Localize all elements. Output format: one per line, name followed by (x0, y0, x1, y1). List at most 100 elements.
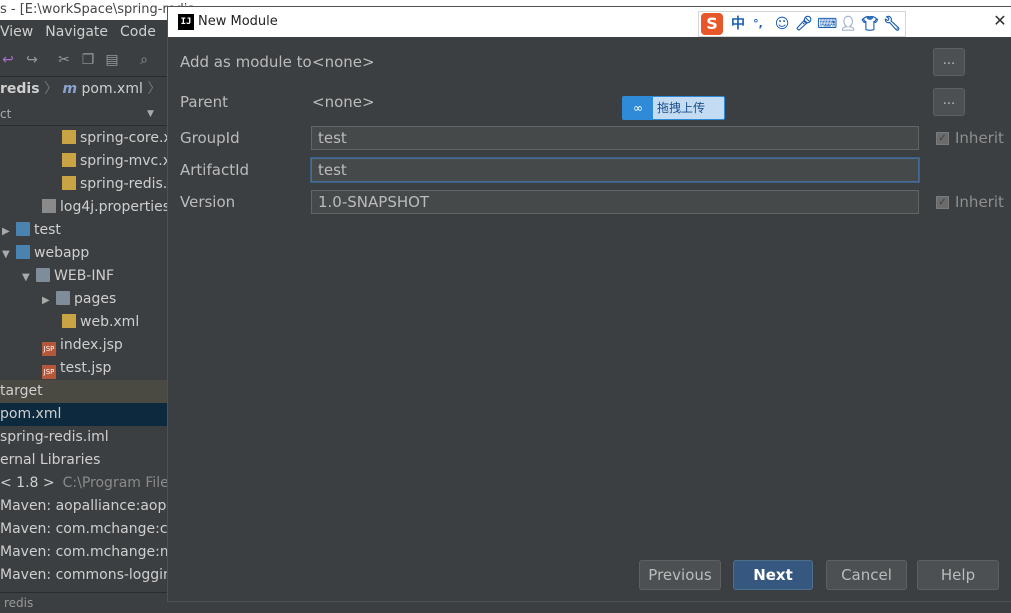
artifact-id-label: ArtifactId (180, 161, 250, 179)
expand-arrow-icon[interactable]: ▶ (42, 289, 56, 312)
tree-item[interactable]: ▶ test (0, 219, 168, 242)
ime-punctuation-icon[interactable]: °, (749, 15, 767, 33)
close-button[interactable]: ✕ (990, 11, 1010, 31)
tree-item[interactable]: spring-redis.x (0, 173, 168, 196)
tree-item-label: Maven: commons-loggin (0, 567, 168, 583)
tree-item-label: pages (74, 291, 117, 307)
add-as-module-value: <none> (312, 53, 375, 71)
tree-item[interactable]: Maven: com.mchange:c3p (0, 518, 168, 541)
project-view-selector[interactable]: ct (0, 107, 11, 121)
menu-code[interactable]: Code (120, 24, 156, 40)
tree-item[interactable]: ▶ pages (0, 288, 168, 311)
collapse-arrow-icon[interactable]: ▼ (22, 266, 36, 289)
folder-icon (16, 245, 30, 259)
version-inherit-checkbox[interactable]: ✓ (936, 196, 949, 209)
tree-item-label: spring-mvc.xn (80, 153, 168, 169)
cancel-button[interactable]: Cancel (826, 560, 907, 590)
dropdown-arrow-icon[interactable]: ▼ (147, 103, 154, 125)
artifact-id-field[interactable] (311, 158, 919, 182)
ime-emoji-icon[interactable]: ☺ (773, 15, 791, 33)
breadcrumb-separator-icon: 〉 (44, 81, 59, 97)
tree-item-label: test.jsp (60, 360, 112, 376)
breadcrumb-separator-icon: 〉 (147, 81, 162, 97)
tree-item-label: Maven: aopalliance:aopa (0, 498, 168, 514)
tree-item[interactable]: target (0, 380, 168, 403)
jsp-file-icon: JSP (42, 342, 56, 356)
xml-file-icon (62, 314, 76, 328)
ide-menu-bar: ViewNavigateCodeA (0, 20, 177, 44)
ime-settings-wrench-icon[interactable]: 🔧︎ (883, 15, 901, 33)
tree-item[interactable]: spring-mvc.xn (0, 150, 168, 173)
xml-file-icon (62, 176, 76, 190)
parent-value: <none> (312, 93, 375, 111)
xml-file-icon (62, 130, 76, 144)
dialog-title-bar[interactable]: IJ New Module S 中 °, ☺ 🎤︎ ⌨ 👤︎ 👕︎ 🔧︎ ✕ (168, 7, 1011, 37)
expand-arrow-icon[interactable]: ▶ (2, 220, 16, 243)
copy-icon[interactable]: ❐ (80, 52, 96, 68)
intellij-logo-icon: IJ (178, 14, 194, 30)
ime-voice-icon[interactable]: 🎤︎ (795, 15, 813, 33)
cut-icon[interactable]: ✂ (56, 52, 72, 68)
drag-upload-label: 拖拽上传 (657, 101, 706, 115)
previous-button[interactable]: Previous (639, 560, 721, 590)
group-id-field[interactable] (311, 126, 919, 150)
drag-upload-widget[interactable]: ∞ 拖拽上传 (622, 96, 725, 120)
tree-item[interactable]: log4j.properties (0, 196, 168, 219)
group-id-label: GroupId (180, 129, 240, 147)
redo-icon[interactable]: ↪ (24, 52, 40, 68)
breadcrumb: redis 〉 m pom.xml 〉 (0, 77, 168, 101)
tree-item[interactable]: JSP test.jsp (0, 357, 168, 380)
tree-item[interactable]: spring-redis.iml (0, 426, 168, 449)
add-as-module-browse-button[interactable]: ... (933, 48, 965, 76)
tree-item-label: pom.xml (0, 406, 62, 422)
find-icon[interactable]: ⌕ (136, 52, 152, 68)
version-inherit-label: Inherit (955, 193, 1004, 211)
tree-item[interactable]: Maven: aopalliance:aopa (0, 495, 168, 518)
tree-item[interactable]: JSP index.jsp (0, 334, 168, 357)
tree-item-label: test (34, 222, 61, 238)
tree-item[interactable]: < 1.8 > C:\Program Files\ (0, 472, 168, 495)
paste-icon[interactable]: ▤ (104, 52, 120, 68)
menu-view[interactable]: View (0, 24, 33, 40)
help-button[interactable]: Help (917, 560, 999, 590)
tree-item[interactable]: Maven: commons-loggin (0, 564, 168, 587)
breadcrumb-project[interactable]: redis (0, 81, 40, 97)
parent-browse-button[interactable]: ... (933, 88, 965, 116)
tree-item[interactable]: Maven: com.mchange:mc (0, 541, 168, 564)
tree-item-label: web.xml (80, 314, 140, 330)
status-text: redis (4, 596, 34, 610)
undo-icon[interactable]: ↩ (0, 52, 16, 68)
tree-item-label: spring-redis.x (80, 176, 168, 192)
dialog-title: New Module (198, 14, 278, 29)
tree-item[interactable]: ▼ webapp (0, 242, 168, 265)
tree-item-label: WEB-INF (54, 268, 114, 284)
breadcrumb-file[interactable]: pom.xml (82, 81, 143, 97)
add-as-module-label: Add as module to (180, 53, 312, 71)
ime-chinese-mode-icon[interactable]: 中 (729, 15, 747, 33)
group-id-inherit-checkbox[interactable]: ✓ (936, 132, 949, 145)
tree-item[interactable]: ernal Libraries (0, 449, 168, 472)
project-tree: spring-core.xn spring-mvc.xn spring-redis.… (0, 127, 168, 592)
parent-label: Parent (180, 93, 229, 111)
ime-skin-icon[interactable]: 👕︎ (861, 15, 879, 33)
tree-item[interactable]: spring-core.xn (0, 127, 168, 150)
ime-keyboard-icon[interactable]: ⌨ (817, 15, 837, 33)
tree-item[interactable]: ▼ WEB-INF (0, 265, 168, 288)
tree-item-path: C:\Program Files\ (62, 475, 168, 491)
xml-file-icon (62, 153, 76, 167)
cloud-upload-icon: ∞ (623, 97, 653, 119)
tree-item-label: Maven: com.mchange:mc (0, 544, 168, 560)
cancel-button-label: Cancel (841, 566, 892, 584)
menu-navigate[interactable]: Navigate (45, 24, 108, 40)
version-field[interactable] (311, 190, 919, 214)
ime-user-icon[interactable]: 👤︎ (839, 15, 857, 33)
ide-toolbar: ↩ ↪ ✂ ❐ ▤ ⌕ (0, 44, 168, 77)
tree-item-label: target (0, 383, 43, 399)
sogou-ime-logo-icon[interactable]: S (701, 13, 723, 35)
tree-item[interactable]: web.xml (0, 311, 168, 334)
next-button[interactable]: Next (733, 560, 813, 590)
collapse-arrow-icon[interactable]: ▼ (2, 243, 16, 266)
tree-item[interactable]: pom.xml (0, 403, 168, 426)
folder-icon (16, 222, 30, 236)
properties-file-icon (42, 199, 56, 213)
